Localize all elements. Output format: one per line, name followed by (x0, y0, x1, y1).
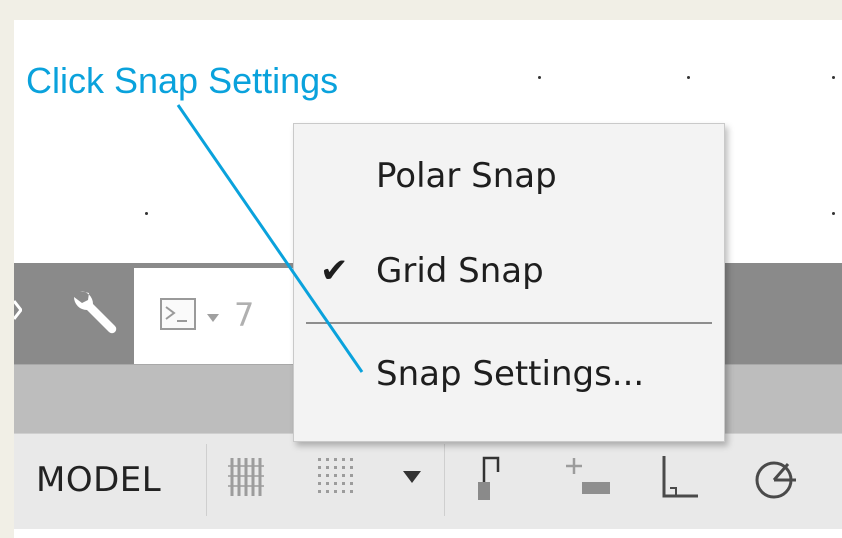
grid-dot (145, 212, 148, 215)
wrench-icon[interactable] (66, 283, 122, 339)
infer-constraints-icon[interactable] (470, 452, 510, 508)
menu-separator (306, 322, 712, 324)
snap-mode-icon[interactable] (314, 452, 362, 502)
grid-dot (538, 76, 541, 79)
menu-item-polar-snap[interactable]: Polar Snap (376, 156, 557, 196)
snap-dropdown-icon[interactable] (402, 470, 422, 484)
command-text: 7 (234, 296, 255, 334)
command-input[interactable]: 7 (134, 268, 304, 364)
grid-display-icon[interactable] (226, 452, 270, 502)
grid-dot (832, 76, 835, 79)
check-icon: ✔ (320, 251, 349, 291)
dynamic-input-icon[interactable] (564, 452, 614, 508)
grid-dot (687, 76, 690, 79)
chevron-down-icon[interactable] (206, 308, 220, 327)
divider (444, 444, 445, 516)
menu-item-snap-settings[interactable]: Snap Settings... (376, 354, 644, 394)
close-icon[interactable] (14, 293, 23, 327)
polar-tracking-icon[interactable] (752, 452, 802, 508)
grid-dot (832, 212, 835, 215)
divider (206, 444, 207, 516)
command-prompt-icon[interactable] (160, 298, 196, 334)
status-bar: MODEL (14, 433, 842, 529)
menu-item-grid-snap[interactable]: Grid Snap (376, 251, 544, 291)
ortho-mode-icon[interactable] (658, 452, 702, 508)
callout-label: Click Snap Settings (26, 60, 339, 101)
model-tab[interactable]: MODEL (36, 460, 161, 500)
snap-context-menu: Polar Snap ✔ Grid Snap Snap Settings... (293, 123, 725, 442)
